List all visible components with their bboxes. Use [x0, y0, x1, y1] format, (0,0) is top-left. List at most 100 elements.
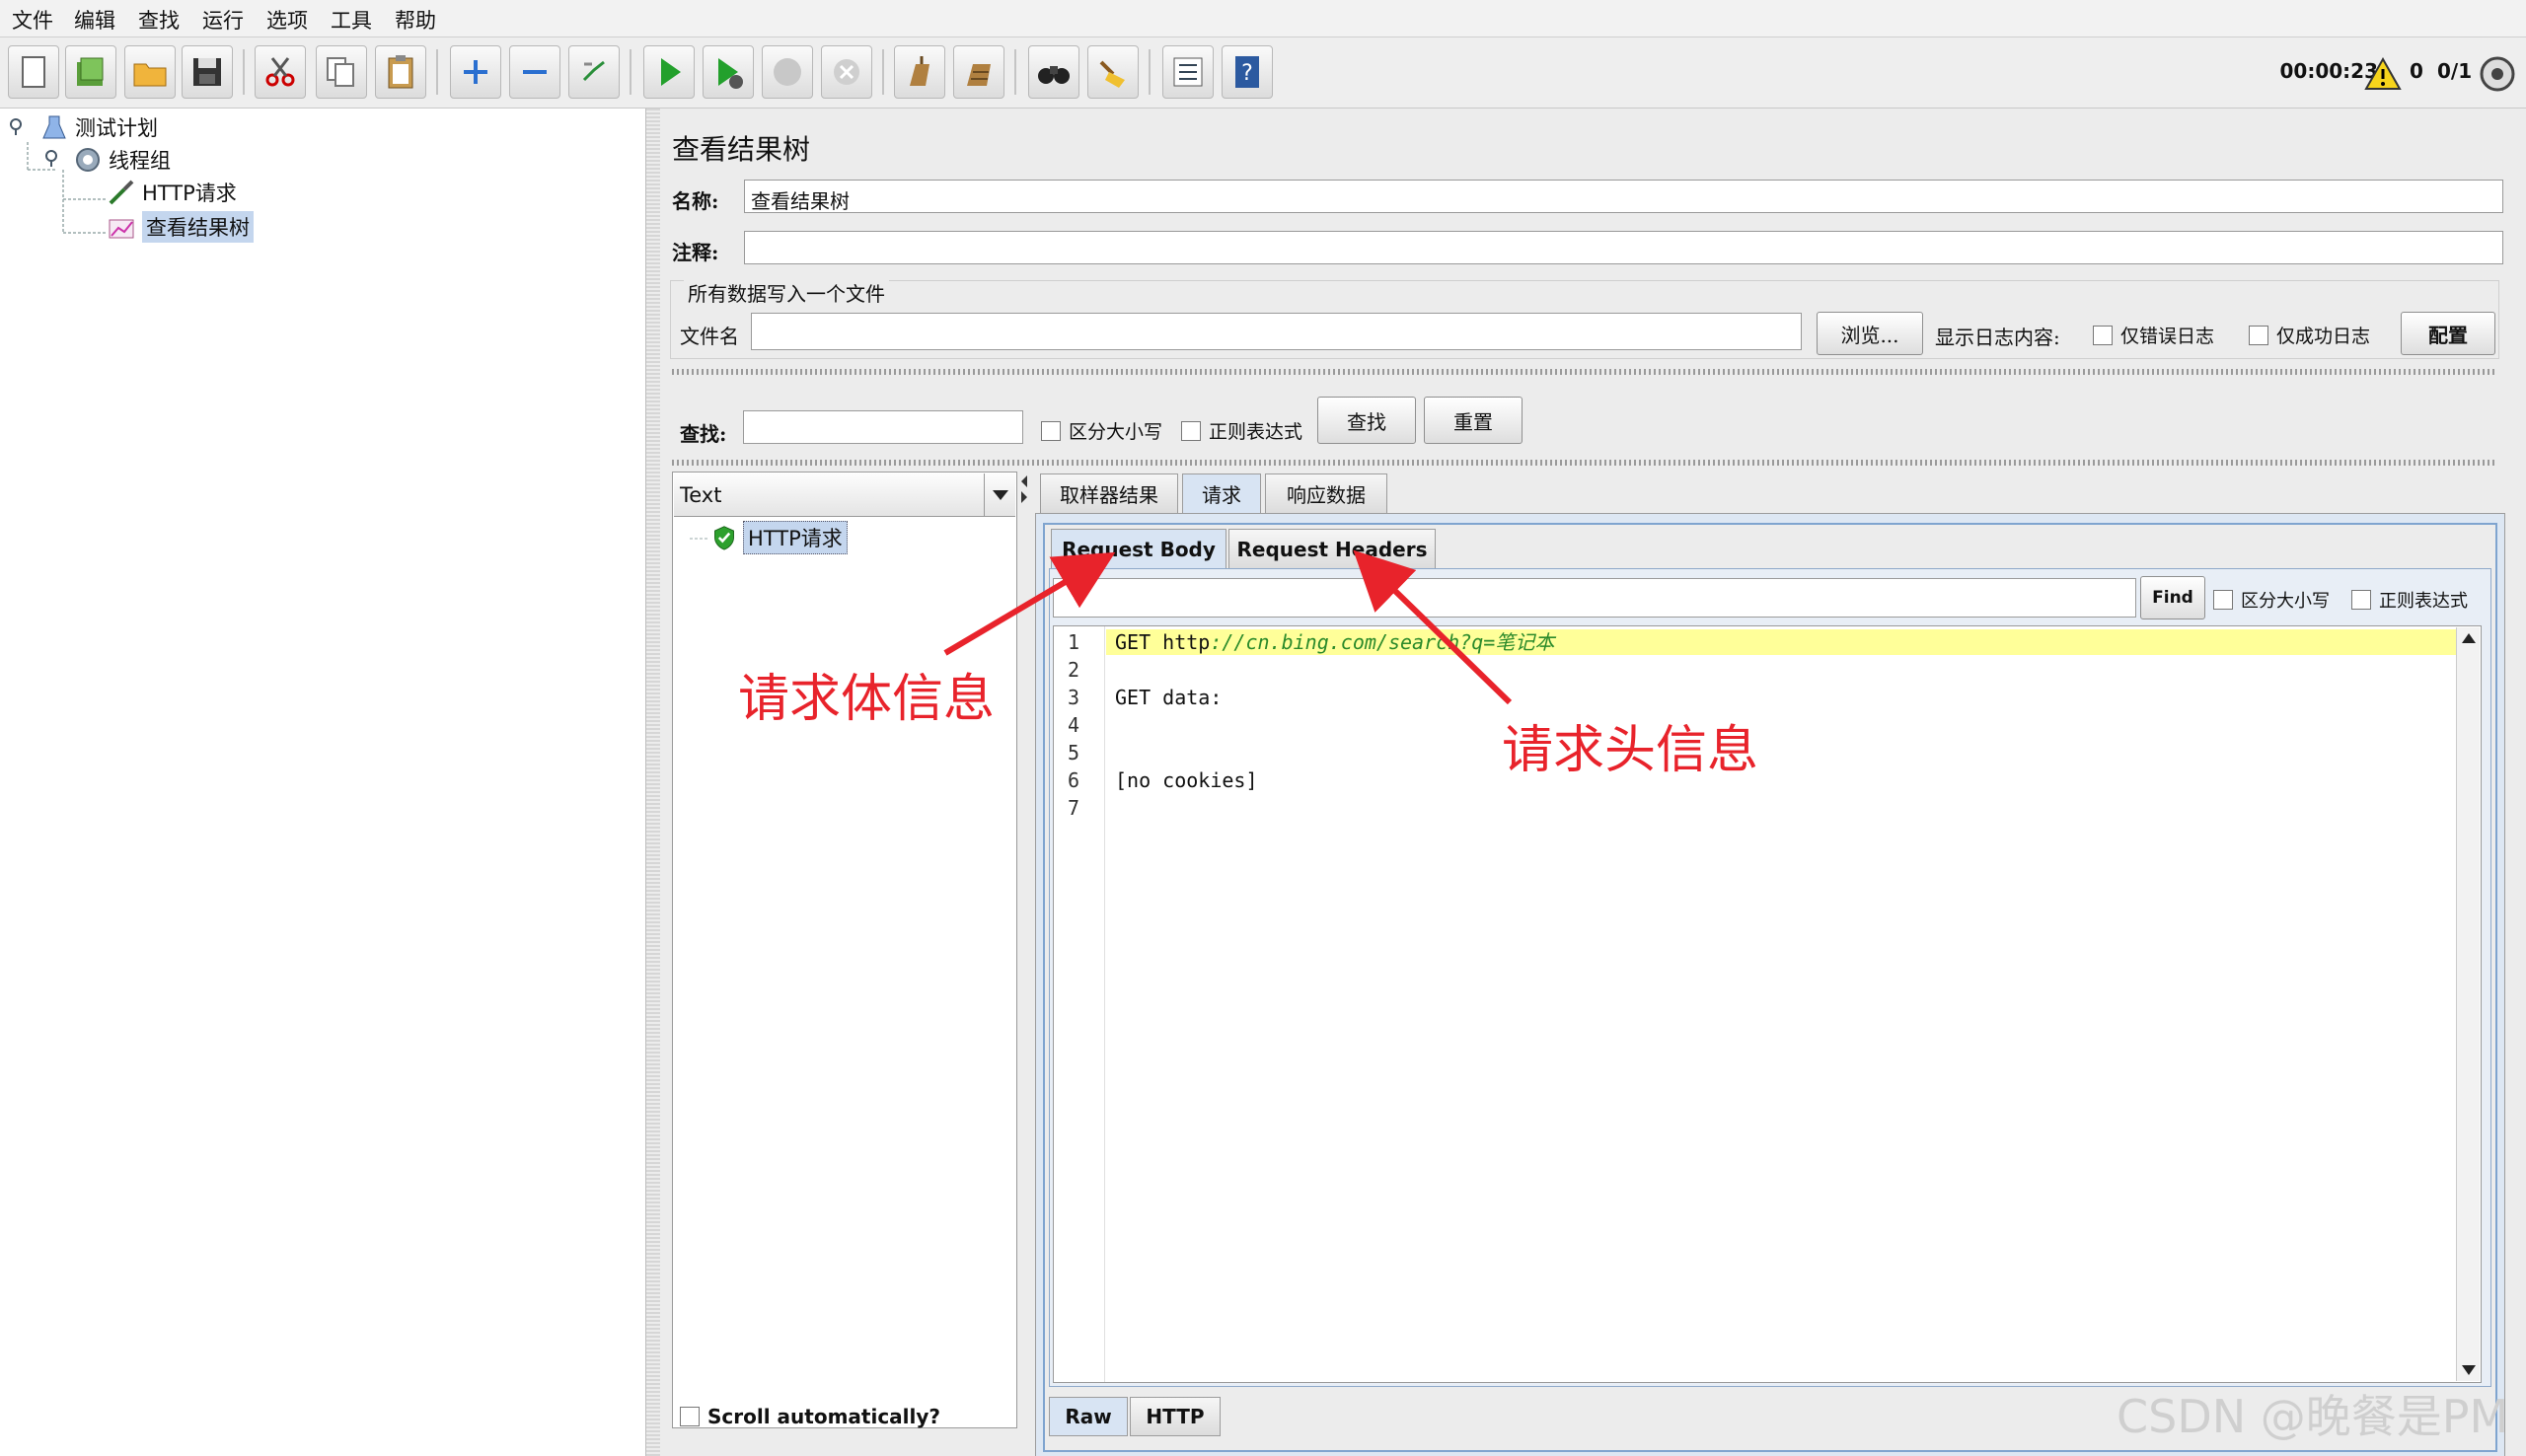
clipboard-icon	[388, 55, 413, 89]
clear-all-button[interactable]	[953, 45, 1004, 99]
function-helper-button[interactable]	[1162, 45, 1214, 99]
test-plan-tree: 测试计划 线程组 HTTP请求 查看结果树	[0, 109, 646, 1456]
scroll-auto-checkbox[interactable]: Scroll automatically?	[680, 1405, 940, 1428]
checkbox-box	[2351, 590, 2371, 610]
configure-button[interactable]: 配置	[2401, 312, 2495, 355]
search-input[interactable]	[743, 410, 1023, 444]
renderer-select[interactable]: Text	[674, 473, 1015, 517]
menu-tools[interactable]: 工具	[331, 5, 372, 35]
play-icon	[661, 58, 681, 86]
menu-bar: 文件 编辑 查找 运行 选项 工具 帮助	[0, 0, 2526, 37]
scroll-down-arrow-icon[interactable]	[2462, 1365, 2476, 1375]
tree-toggle-group[interactable]	[43, 148, 69, 168]
tree-label: 测试计划	[75, 116, 158, 140]
browse-button[interactable]: 浏览...	[1817, 312, 1923, 355]
scroll-up-arrow-icon[interactable]	[2462, 633, 2476, 643]
code-editor[interactable]	[1053, 625, 2482, 1383]
open-button[interactable]	[124, 45, 176, 99]
collapse-button[interactable]	[509, 45, 560, 99]
comment-field[interactable]	[744, 231, 2503, 264]
help-book-icon: ?	[1235, 56, 1259, 88]
search-regex-checkbox[interactable]: 正则表达式	[1181, 417, 1302, 444]
errors-only-checkbox[interactable]: 仅错误日志	[2093, 322, 2214, 348]
tree-item-view-results-tree[interactable]: 查看结果树	[107, 211, 254, 243]
save-button[interactable]	[182, 45, 233, 99]
success-only-checkbox[interactable]: 仅成功日志	[2249, 322, 2370, 348]
pane-splitter[interactable]	[646, 109, 660, 1456]
chevron-down-icon[interactable]	[984, 473, 1015, 517]
subtab-request-headers[interactable]: Request Headers	[1228, 529, 1436, 568]
copy-button[interactable]	[316, 45, 367, 99]
expand-button[interactable]	[450, 45, 501, 99]
reset-search-button[interactable]	[1087, 45, 1139, 99]
copy-icon	[327, 57, 354, 87]
menu-file[interactable]: 文件	[12, 5, 53, 35]
tree-toggle-plan[interactable]	[8, 116, 34, 136]
search-button[interactable]	[1028, 45, 1079, 99]
toggle-button[interactable]	[568, 45, 620, 99]
body-regex-checkbox[interactable]: 正则表达式	[2351, 587, 2468, 613]
tree-label: 线程组	[109, 149, 171, 173]
code-line: 1 GET http://cn.bing.com/search?q=笔记本	[1054, 629, 1554, 655]
stop-button[interactable]	[762, 45, 813, 99]
paste-button[interactable]	[375, 45, 426, 99]
body-find-input[interactable]	[1053, 578, 2136, 618]
menu-search[interactable]: 查找	[138, 5, 180, 35]
search-case-checkbox[interactable]: 区分大小写	[1041, 417, 1162, 444]
checkbox-label: 区分大小写	[1069, 421, 1163, 443]
editor-scrollbar[interactable]	[2456, 627, 2480, 1381]
name-field[interactable]: 查看结果树	[744, 180, 2503, 213]
checkbox-label: 正则表达式	[1209, 421, 1303, 443]
start-no-pause-button[interactable]	[703, 45, 754, 99]
divider	[672, 460, 2497, 466]
line-number: 2	[1068, 658, 1080, 682]
collapse-arrows-icon[interactable]	[1019, 473, 1029, 513]
clear-button[interactable]	[894, 45, 945, 99]
tab-raw[interactable]: Raw	[1049, 1397, 1128, 1436]
toggle-icon	[582, 60, 605, 82]
warning-icon[interactable]	[2364, 57, 2402, 91]
help-button[interactable]: ?	[1222, 45, 1273, 99]
shutdown-button[interactable]	[821, 45, 872, 99]
checkbox-label: 仅错误日志	[2120, 326, 2215, 347]
checkbox-box	[2249, 325, 2268, 345]
tab-sampler-result[interactable]: 取样器结果	[1040, 473, 1178, 513]
subtab-request-body[interactable]: Request Body	[1051, 529, 1226, 568]
filename-field[interactable]	[751, 313, 1802, 350]
reset-button[interactable]: 重置	[1424, 397, 1523, 444]
checkbox-label: Scroll automatically?	[707, 1405, 941, 1428]
line-number: 7	[1068, 796, 1080, 820]
start-button[interactable]	[643, 45, 695, 99]
tab-http[interactable]: HTTP	[1130, 1397, 1221, 1436]
panel-title: 查看结果树	[672, 133, 811, 166]
menu-options[interactable]: 选项	[266, 5, 308, 35]
toolbar-separator	[1149, 49, 1151, 95]
cut-button[interactable]	[255, 45, 306, 99]
divider	[672, 369, 2497, 375]
templates-button[interactable]	[65, 45, 116, 99]
toolbar: ? 00:00:23 0 0/1	[0, 37, 2526, 109]
tree-item-thread-group[interactable]: 线程组	[73, 145, 171, 175]
body-find-button[interactable]: Find	[2140, 576, 2205, 619]
svg-text:?: ?	[1241, 61, 1253, 86]
toolbar-separator	[243, 49, 245, 95]
line-number: 1	[1068, 630, 1080, 654]
menu-edit[interactable]: 编辑	[74, 5, 115, 35]
tree-item-http-request[interactable]: HTTP请求	[107, 178, 237, 207]
menu-run[interactable]: 运行	[202, 5, 244, 35]
checkbox-box	[680, 1407, 700, 1426]
toolbar-separator	[436, 49, 438, 95]
new-file-icon	[22, 56, 45, 88]
menu-help[interactable]: 帮助	[395, 5, 436, 35]
find-button[interactable]: 查找	[1317, 397, 1416, 444]
result-item-http-request[interactable]: HTTP请求	[711, 521, 848, 554]
toolbar-separator	[882, 49, 884, 95]
tree-line	[690, 538, 709, 540]
tab-request[interactable]: 请求	[1182, 473, 1261, 513]
warning-count: 0	[2410, 59, 2423, 83]
body-case-checkbox[interactable]: 区分大小写	[2213, 587, 2330, 613]
tab-response-data[interactable]: 响应数据	[1265, 473, 1387, 513]
line-number: 5	[1068, 741, 1080, 764]
new-button[interactable]	[8, 45, 59, 99]
tree-item-test-plan[interactable]: 测试计划	[39, 112, 158, 142]
